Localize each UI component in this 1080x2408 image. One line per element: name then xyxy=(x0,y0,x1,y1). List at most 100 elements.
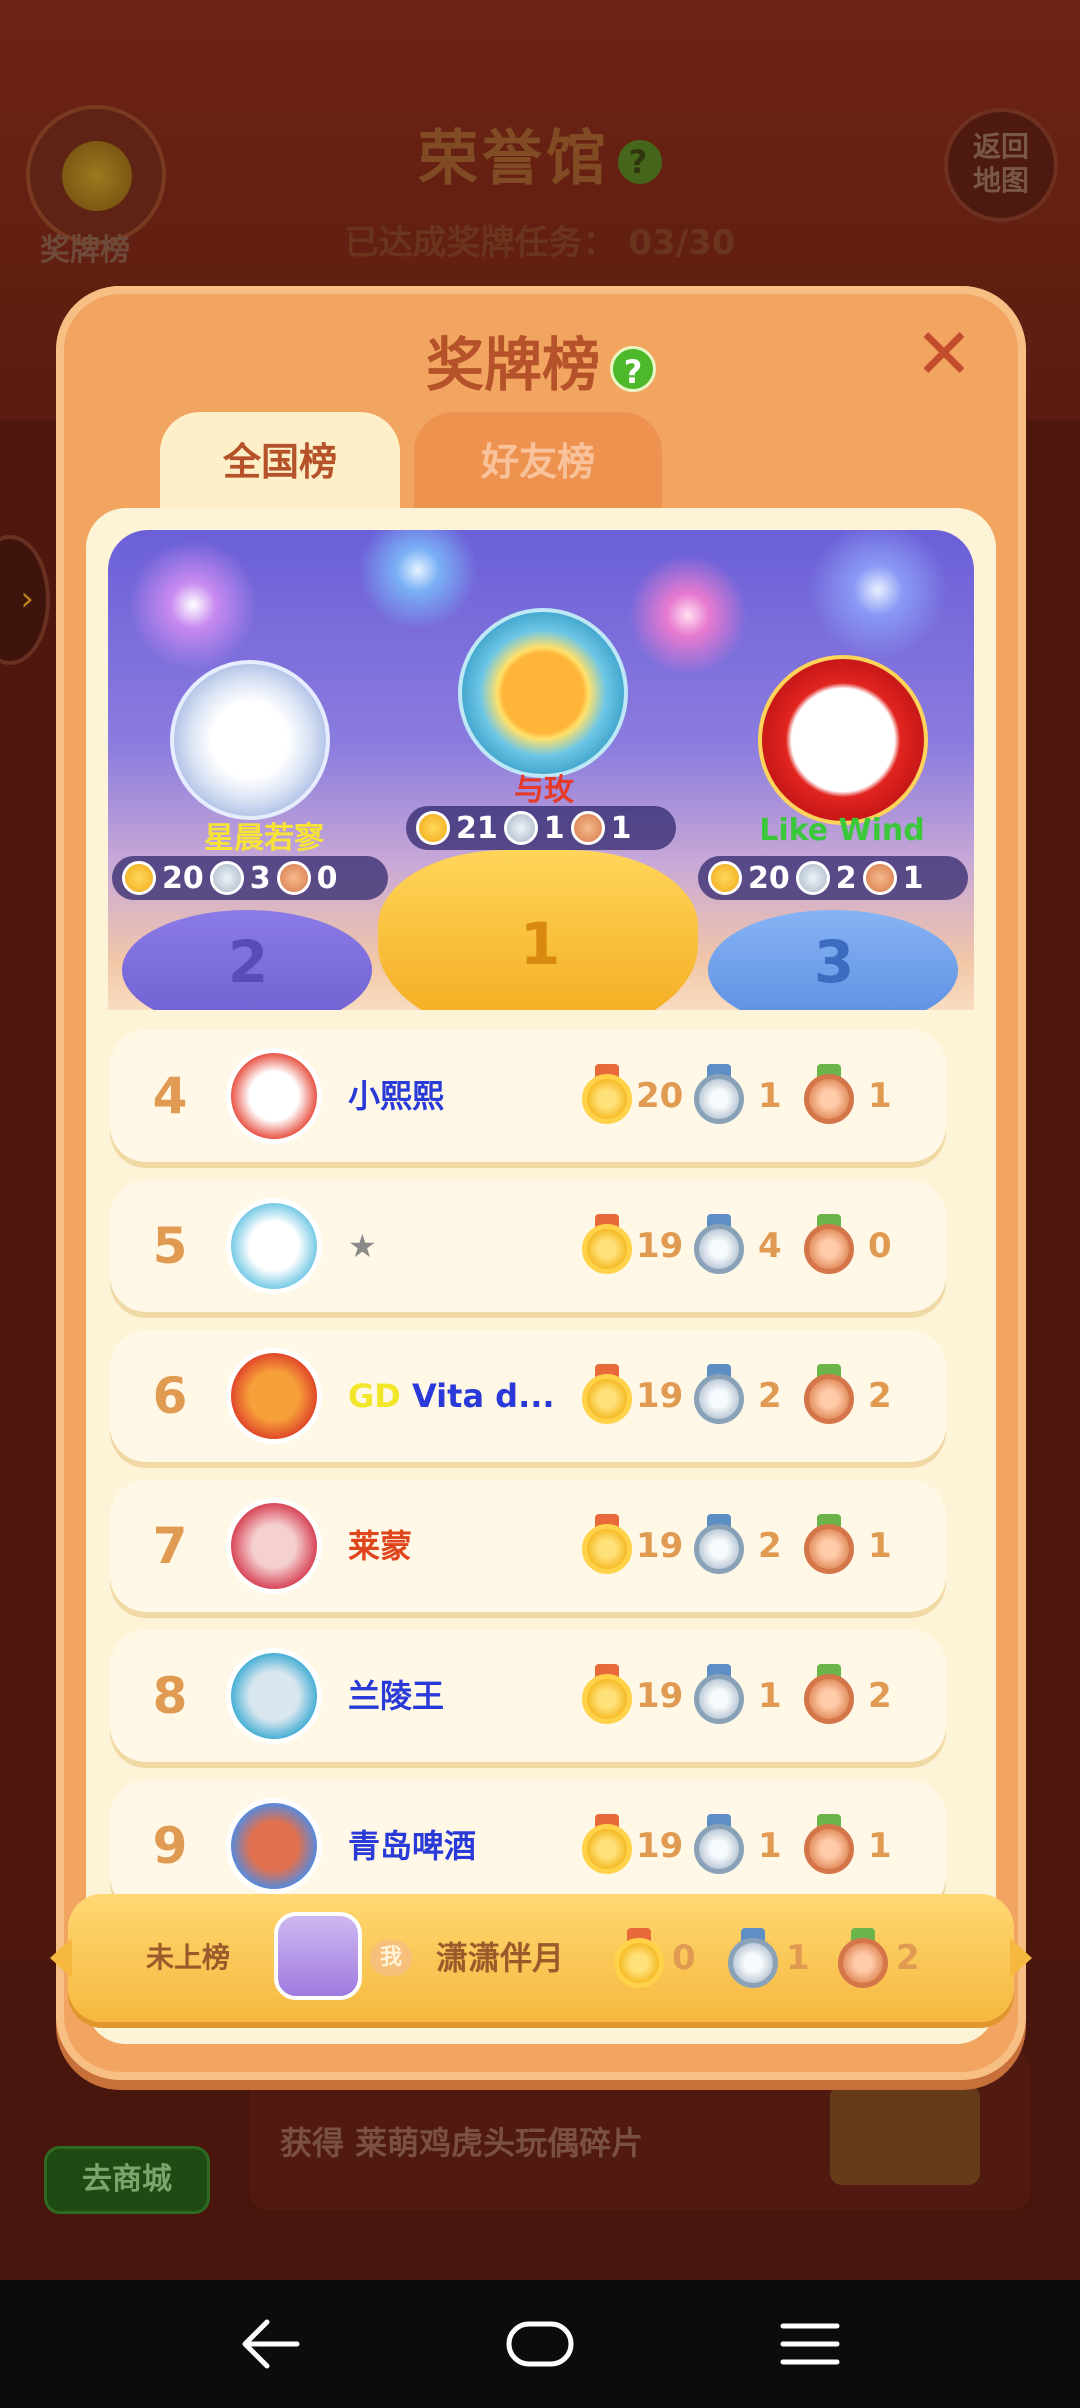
gold-medal-icon xyxy=(614,1928,664,1988)
firework-decoration xyxy=(128,540,258,670)
ranking-board: 2 1 3 与玫 21 1 1 星晨若寥 20 3 0 Like Wind 20… xyxy=(86,508,996,2044)
modal-title-text: 奖牌榜 xyxy=(425,331,600,399)
player-avatar[interactable] xyxy=(226,1798,322,1894)
gold-medal-icon xyxy=(122,861,156,895)
gold-count: 19 xyxy=(636,1526,684,1566)
bronze-count: 1 xyxy=(868,1526,892,1566)
my-avatar[interactable] xyxy=(274,1912,362,2000)
tab-national[interactable]: 全国榜 xyxy=(160,412,400,512)
gold-count: 19 xyxy=(636,1676,684,1716)
go-shop-button[interactable]: 去商城 xyxy=(44,2146,210,2214)
bronze-medal-icon xyxy=(804,1514,854,1574)
medal-board-label: 奖牌榜 xyxy=(40,233,130,268)
rank-number: 4 xyxy=(152,1067,188,1125)
bronze-medal-icon xyxy=(862,861,897,895)
me-badge: 我 xyxy=(370,1940,412,1976)
ranking-row[interactable]: 9 青岛啤酒 19 1 1 xyxy=(110,1780,946,1912)
bronze-count: 2 xyxy=(868,1676,892,1716)
modal-title: 奖牌榜? xyxy=(56,318,1026,402)
firework-decoration xyxy=(808,530,948,660)
first-place-medals: 21 1 1 xyxy=(406,806,676,850)
bronze-medal-icon xyxy=(838,1928,888,1988)
reward-text: 获得 莱萌鸡虎头玩偶碎片 xyxy=(280,2124,644,2162)
hall-help-icon[interactable]: ? xyxy=(618,140,662,185)
nav-back-icon[interactable] xyxy=(225,2308,315,2380)
bronze-count: 2 xyxy=(868,1376,892,1416)
silver-count: 1 xyxy=(758,1826,782,1866)
firework-decoration xyxy=(358,530,478,630)
player-name: ★ xyxy=(348,1180,377,1312)
task-progress: 已达成奖牌任务： 03/30 xyxy=(344,223,736,263)
silver-medal-icon xyxy=(209,861,244,895)
bronze-count: 1 xyxy=(868,1826,892,1866)
player-avatar[interactable] xyxy=(226,1198,322,1294)
player-name-prefix: GD xyxy=(348,1377,401,1415)
player-name-text: Vita d... xyxy=(411,1377,555,1415)
ranking-row[interactable]: 7 莱蒙 19 2 1 xyxy=(110,1480,946,1612)
gift-icon xyxy=(830,2085,980,2185)
gold-medal-icon xyxy=(708,861,742,895)
first-silver-count: 1 xyxy=(543,810,565,846)
gold-medal-icon xyxy=(582,1814,632,1874)
ranking-row[interactable]: 4 小熙熙 20 1 1 xyxy=(110,1030,946,1162)
rank-number: 8 xyxy=(152,1667,188,1725)
nav-home-icon[interactable] xyxy=(495,2308,585,2380)
pedestal-2-number: 2 xyxy=(227,928,269,996)
gold-medal-icon xyxy=(582,1664,632,1724)
close-icon[interactable]: ✕ xyxy=(912,319,976,389)
first-place-name: 与玫 xyxy=(514,773,574,808)
rank-number: 7 xyxy=(152,1517,188,1575)
pedestal-1-number: 1 xyxy=(519,910,561,978)
silver-medal-icon xyxy=(694,1364,744,1424)
silver-count: 2 xyxy=(758,1376,782,1416)
third-bronze-count: 1 xyxy=(902,860,924,896)
my-rank-label: 未上榜 xyxy=(146,1941,231,1974)
medal-board-modal: 奖牌榜? ✕ 全国榜 好友榜 2 1 3 与玫 21 1 1 星晨若寥 20 3… xyxy=(50,286,1032,2080)
medal-board-button[interactable] xyxy=(26,105,166,245)
gold-count: 19 xyxy=(636,1826,684,1866)
third-place-avatar[interactable] xyxy=(758,655,928,825)
ranking-row[interactable]: 8 兰陵王 19 1 2 xyxy=(110,1630,946,1762)
first-bronze-count: 1 xyxy=(610,810,632,846)
ranking-row[interactable]: 6 GD Vita d... 19 2 2 xyxy=(110,1330,946,1462)
player-avatar[interactable] xyxy=(226,1648,322,1744)
silver-medal-icon xyxy=(694,1064,744,1124)
silver-medal-icon xyxy=(694,1514,744,1574)
player-name: 小熙熙 xyxy=(348,1030,444,1162)
second-place-medals: 20 3 0 xyxy=(112,856,388,900)
silver-count: 2 xyxy=(758,1526,782,1566)
gold-medal-icon xyxy=(582,1214,632,1274)
my-ranking-row[interactable]: 未上榜 我 潇潇伴月 0 1 2 xyxy=(50,1894,1032,2022)
player-avatar[interactable] xyxy=(226,1348,322,1444)
second-place-avatar[interactable] xyxy=(170,660,330,820)
player-name-text: ★ xyxy=(348,1227,377,1265)
player-avatar[interactable] xyxy=(226,1048,322,1144)
player-name-text: 青岛啤酒 xyxy=(348,1827,477,1865)
second-place-name: 星晨若寥 xyxy=(204,821,324,856)
rank-number: 5 xyxy=(152,1217,188,1275)
player-avatar[interactable] xyxy=(226,1498,322,1594)
ranking-row[interactable]: 5 ★ 19 4 0 xyxy=(110,1180,946,1312)
system-nav-bar xyxy=(0,2280,1080,2408)
pedestal-3-number: 3 xyxy=(813,928,855,996)
nav-menu-icon[interactable] xyxy=(765,2308,855,2380)
silver-count: 1 xyxy=(758,1676,782,1716)
second-bronze-count: 0 xyxy=(316,860,338,896)
third-gold-count: 20 xyxy=(748,860,790,896)
player-name: 兰陵王 xyxy=(348,1630,444,1762)
third-place-medals: 20 2 1 xyxy=(698,856,968,900)
gold-medal-icon xyxy=(582,1514,632,1574)
bronze-medal-icon xyxy=(570,811,605,845)
banner-right-tip xyxy=(1010,1938,1032,1978)
help-icon[interactable]: ? xyxy=(610,345,656,392)
rank-number: 6 xyxy=(152,1367,188,1425)
back-to-map-button[interactable]: 返回 地图 xyxy=(944,108,1058,222)
first-place-avatar[interactable] xyxy=(458,608,628,778)
tab-friends[interactable]: 好友榜 xyxy=(414,412,662,512)
silver-medal-icon xyxy=(694,1664,744,1724)
player-name: 青岛啤酒 xyxy=(348,1780,476,1912)
my-bronze-count: 2 xyxy=(896,1938,920,1978)
bronze-medal-icon xyxy=(804,1214,854,1274)
podium: 2 1 3 与玫 21 1 1 星晨若寥 20 3 0 Like Wind 20… xyxy=(108,530,974,1010)
player-name: 莱蒙 xyxy=(348,1480,412,1612)
